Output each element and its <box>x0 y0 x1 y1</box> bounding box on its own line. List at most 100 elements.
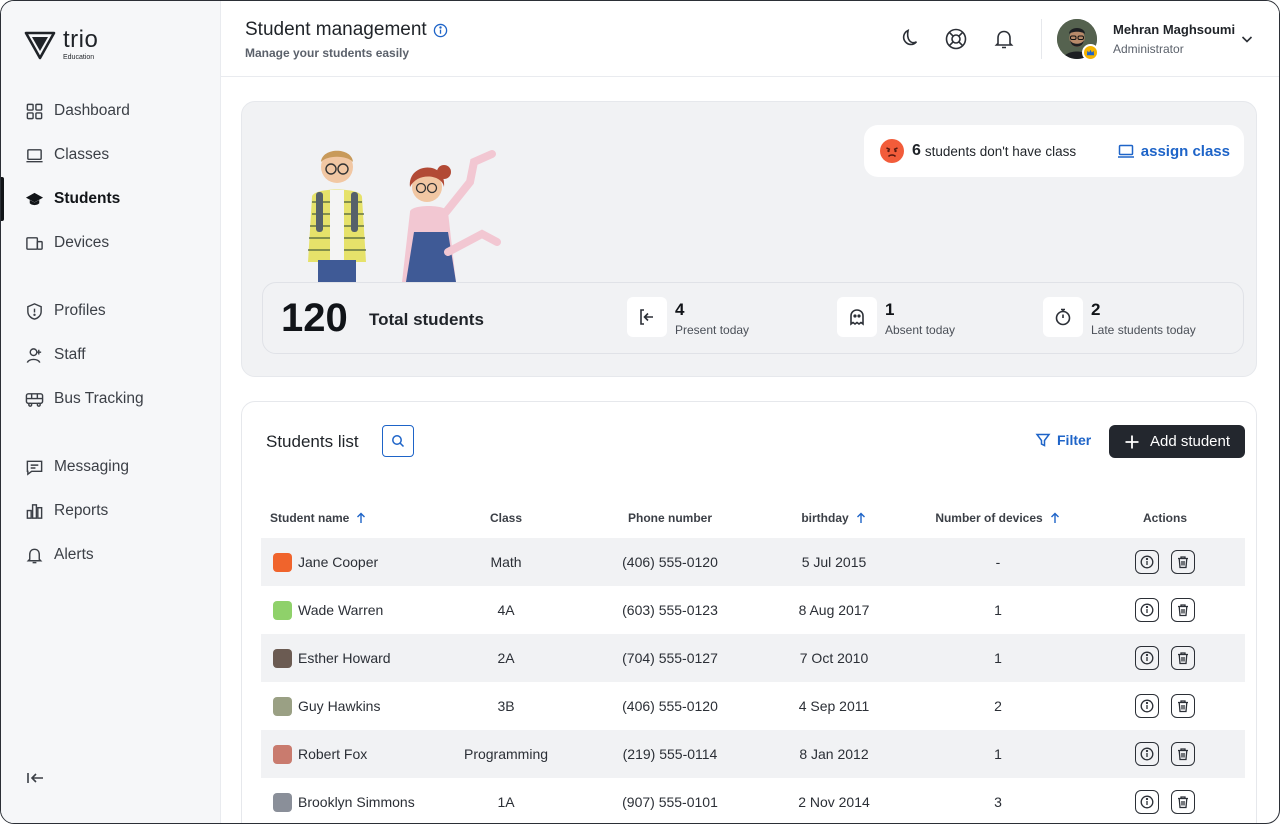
filter-label: Filter <box>1057 432 1092 448</box>
sort-arrow-icon[interactable] <box>355 512 367 524</box>
sidebar-item-dashboard[interactable]: Dashboard <box>1 89 221 133</box>
student-devices: 1 <box>911 634 1085 682</box>
column-header-birthday[interactable]: birthday <box>757 498 911 538</box>
search-button[interactable] <box>382 425 414 457</box>
info-button[interactable] <box>1135 646 1159 670</box>
no-class-count: 6 <box>912 142 921 159</box>
student-avatar <box>273 600 292 620</box>
add-student-label: Add student <box>1149 433 1231 450</box>
info-button[interactable] <box>1135 550 1159 574</box>
table-header-row: Student name Class Phone number birthday… <box>261 498 1245 538</box>
trash-icon <box>1178 700 1188 713</box>
student-devices: 3 <box>994 794 1002 810</box>
sidebar-item-devices[interactable]: Devices <box>1 221 221 265</box>
sidebar-nav: Dashboard Classes Students Devices Profi… <box>1 89 221 577</box>
student-phone: (603) 555-0123 <box>622 602 718 618</box>
sort-arrow-icon[interactable] <box>1049 512 1061 524</box>
user-name: Mehran Maghsoumi <box>1113 22 1236 37</box>
info-button[interactable] <box>1135 694 1159 718</box>
table-row[interactable]: Esther Howard 2A (704) 555-0127 7 Oct 20… <box>261 634 1245 682</box>
support-icon[interactable] <box>944 27 968 51</box>
delete-button[interactable] <box>1171 646 1195 670</box>
collapse-left-icon[interactable] <box>25 767 47 789</box>
student-name: Esther Howard <box>298 650 391 666</box>
table-row[interactable]: Jane Cooper Math (406) 555-0120 5 Jul 20… <box>261 538 1245 586</box>
column-header-devices[interactable]: Number of devices <box>911 498 1085 538</box>
brand-logo[interactable]: trio Education <box>23 27 98 61</box>
page-title: Student management <box>245 19 448 41</box>
total-students-label: Total students <box>369 310 484 329</box>
sidebar-item-label: Staff <box>54 346 86 363</box>
info-icon[interactable] <box>433 23 448 38</box>
stat-value: 2 <box>1091 300 1101 319</box>
column-header-actions: Actions <box>1142 511 1187 525</box>
student-devices: - <box>911 538 1085 586</box>
table-row[interactable]: Guy Hawkins 3B (406) 555-0120 4 Sep 2011… <box>261 682 1245 730</box>
notification-bell-icon[interactable] <box>992 27 1016 51</box>
student-class: 4A <box>497 602 515 618</box>
student-devices: 1 <box>911 730 1085 778</box>
delete-button[interactable] <box>1171 694 1195 718</box>
plus-icon <box>1125 435 1139 448</box>
student-birthday: 8 Aug 2017 <box>798 602 870 618</box>
student-birthday: 2 Nov 2014 <box>798 794 870 810</box>
student-birthday: 8 Jan 2012 <box>757 730 911 778</box>
sidebar-item-label: Bus Tracking <box>54 390 144 407</box>
student-name: Robert Fox <box>298 746 368 762</box>
filter-button[interactable]: Filter <box>1035 432 1091 448</box>
delete-button[interactable] <box>1171 742 1195 766</box>
students-list-card: Students list Filter Add student Student… <box>241 401 1257 823</box>
add-student-button[interactable]: Add student <box>1109 425 1245 458</box>
moon-icon[interactable] <box>896 27 920 51</box>
timer-icon <box>1055 308 1071 326</box>
sidebar-item-classes[interactable]: Classes <box>1 133 221 177</box>
page-title-text: Student management <box>245 19 427 40</box>
sidebar-item-bus-tracking[interactable]: Bus Tracking <box>1 377 221 421</box>
sidebar-item-label: Classes <box>54 146 110 163</box>
user-avatar[interactable] <box>1057 19 1099 61</box>
bus-icon <box>25 392 44 407</box>
table-row[interactable]: Robert Fox Programming (219) 555-0114 8 … <box>261 730 1245 778</box>
trash-icon <box>1178 556 1188 569</box>
student-class: 1A <box>497 794 515 810</box>
table-row[interactable]: Brooklyn Simmons 1A (907) 555-0101 2 Nov… <box>261 778 1245 823</box>
info-icon <box>1140 555 1154 569</box>
sidebar-item-label: Messaging <box>54 458 129 475</box>
student-devices: 2 <box>994 698 1002 714</box>
sidebar-item-alerts[interactable]: Alerts <box>1 533 221 577</box>
sort-arrow-icon[interactable] <box>855 512 867 524</box>
info-button[interactable] <box>1135 790 1159 814</box>
delete-button[interactable] <box>1171 598 1195 622</box>
assign-class-label: assign class <box>1140 142 1230 160</box>
chevron-down-icon[interactable] <box>1239 31 1255 47</box>
stat-label: Absent today <box>885 323 956 337</box>
sidebar-item-label: Reports <box>54 502 109 519</box>
table-row[interactable]: Wade Warren 4A (603) 555-0123 8 Aug 2017… <box>261 586 1245 634</box>
student-phone: (406) 555-0120 <box>622 698 718 714</box>
info-button[interactable] <box>1135 598 1159 622</box>
info-button[interactable] <box>1135 742 1159 766</box>
delete-button[interactable] <box>1171 790 1195 814</box>
sidebar-item-reports[interactable]: Reports <box>1 489 221 533</box>
app-window: trio Education Dashboard Classes Student… <box>0 0 1280 824</box>
delete-button[interactable] <box>1171 550 1195 574</box>
trash-icon <box>1178 796 1188 809</box>
top-header: Student management Manage your students … <box>221 1 1279 77</box>
brand-subtitle: Education <box>63 53 95 61</box>
sidebar-item-students[interactable]: Students <box>1 177 221 221</box>
sidebar-item-messaging[interactable]: Messaging <box>1 445 221 489</box>
sidebar-item-staff[interactable]: Staff <box>1 333 221 377</box>
grid-icon <box>26 103 43 119</box>
ghost-icon <box>850 309 864 326</box>
no-class-alert: 6 students don't have class assign class <box>864 125 1244 177</box>
trio-logo-icon <box>24 31 56 60</box>
user-icon <box>26 347 42 363</box>
sidebar-item-profiles[interactable]: Profiles <box>1 289 221 333</box>
student-class: 3B <box>497 698 515 714</box>
brand-name: trio <box>63 25 99 53</box>
assign-class-button[interactable]: assign class <box>1117 142 1230 160</box>
student-phone: (406) 555-0120 <box>583 538 757 586</box>
laptop-icon <box>1117 144 1134 158</box>
graduation-cap-icon <box>25 192 44 205</box>
column-header-student-name[interactable]: Student name <box>261 498 429 538</box>
